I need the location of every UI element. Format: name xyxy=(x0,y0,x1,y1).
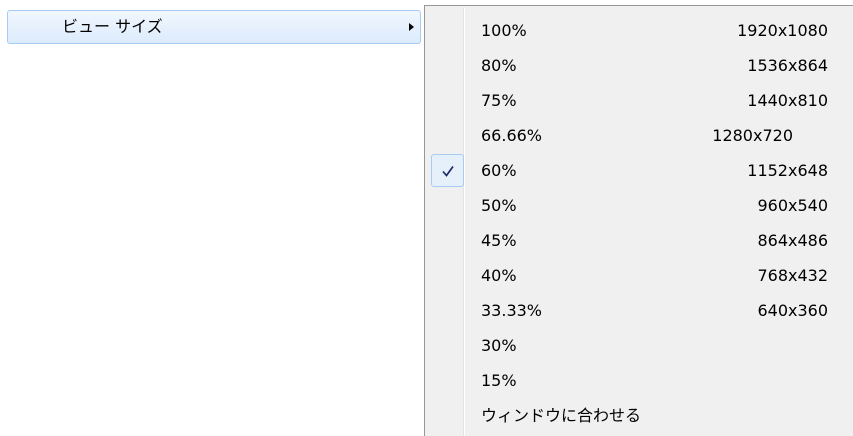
view-size-option-100[interactable]: 100% 1920x1080 xyxy=(425,13,853,48)
option-resolution: 1536x864 xyxy=(747,56,828,75)
option-resolution: 1920x1080 xyxy=(737,21,828,40)
option-resolution: 864x486 xyxy=(757,231,828,250)
option-resolution: 960x540 xyxy=(757,196,828,215)
option-label: 33.33% xyxy=(481,301,543,320)
option-label: 66.66% xyxy=(481,126,543,145)
option-label: 80% xyxy=(481,56,517,75)
option-resolution: 640x360 xyxy=(757,301,828,320)
view-size-option-50[interactable]: 50% 960x540 xyxy=(425,188,853,223)
view-size-option-45[interactable]: 45% 864x486 xyxy=(425,223,853,258)
checkmark-icon xyxy=(431,154,464,187)
view-size-option-40[interactable]: 40% 768x432 xyxy=(425,258,853,293)
option-resolution: 1152x648 xyxy=(747,161,828,180)
view-size-option-75[interactable]: 75% 1440x810 xyxy=(425,83,853,118)
option-label: 45% xyxy=(481,231,517,250)
view-size-option-80[interactable]: 80% 1536x864 xyxy=(425,48,853,83)
view-size-option-15[interactable]: 15% xyxy=(425,363,853,398)
view-size-option-list: 100% 1920x1080 80% 1536x864 75% 1440x810… xyxy=(425,13,853,433)
submenu-arrow-icon xyxy=(409,23,414,31)
option-resolution: 768x432 xyxy=(757,266,828,285)
view-size-option-30[interactable]: 30% xyxy=(425,328,853,363)
view-size-submenu: 100% 1920x1080 80% 1536x864 75% 1440x810… xyxy=(424,5,853,436)
option-label: 40% xyxy=(481,266,517,285)
menu-item-label: ビュー サイズ xyxy=(62,17,163,36)
option-label: ウィンドウに合わせる xyxy=(481,406,642,425)
option-label: 50% xyxy=(481,196,517,215)
option-label: 100% xyxy=(481,21,527,40)
option-label: 30% xyxy=(481,336,517,355)
context-menu: ビュー サイズ xyxy=(0,0,424,436)
menu-item-view-size[interactable]: ビュー サイズ xyxy=(7,10,421,44)
option-resolution: 1440x810 xyxy=(747,91,828,110)
view-size-option-33-33[interactable]: 33.33% 640x360 xyxy=(425,293,853,328)
view-size-option-fit-window[interactable]: ウィンドウに合わせる xyxy=(425,398,853,433)
option-label: 15% xyxy=(481,371,517,390)
option-resolution: 1280x720 xyxy=(712,126,793,145)
view-size-option-60[interactable]: 60% 1152x648 xyxy=(425,153,853,188)
option-label: 75% xyxy=(481,91,517,110)
view-size-option-66-66[interactable]: 66.66% 1280x720 xyxy=(425,118,853,153)
option-label: 60% xyxy=(481,161,517,180)
